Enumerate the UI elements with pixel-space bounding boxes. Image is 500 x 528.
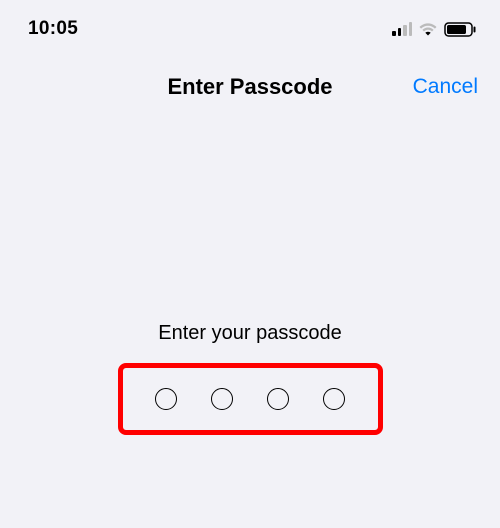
passcode-dot-3 <box>267 388 289 410</box>
passcode-content: Enter your passcode <box>0 322 500 435</box>
navigation-bar: Enter Passcode Cancel <box>0 62 500 112</box>
passcode-dot-2 <box>211 388 233 410</box>
passcode-dot-1 <box>155 388 177 410</box>
status-time: 10:05 <box>28 18 78 40</box>
cellular-signal-icon <box>392 23 412 36</box>
wifi-icon <box>418 22 438 36</box>
battery-icon <box>444 22 476 37</box>
cancel-button[interactable]: Cancel <box>413 75 478 99</box>
status-icons <box>392 22 476 37</box>
status-bar: 10:05 <box>0 0 500 44</box>
passcode-prompt: Enter your passcode <box>0 322 500 345</box>
page-title: Enter Passcode <box>167 74 332 100</box>
passcode-input[interactable] <box>118 363 383 435</box>
passcode-dot-4 <box>323 388 345 410</box>
